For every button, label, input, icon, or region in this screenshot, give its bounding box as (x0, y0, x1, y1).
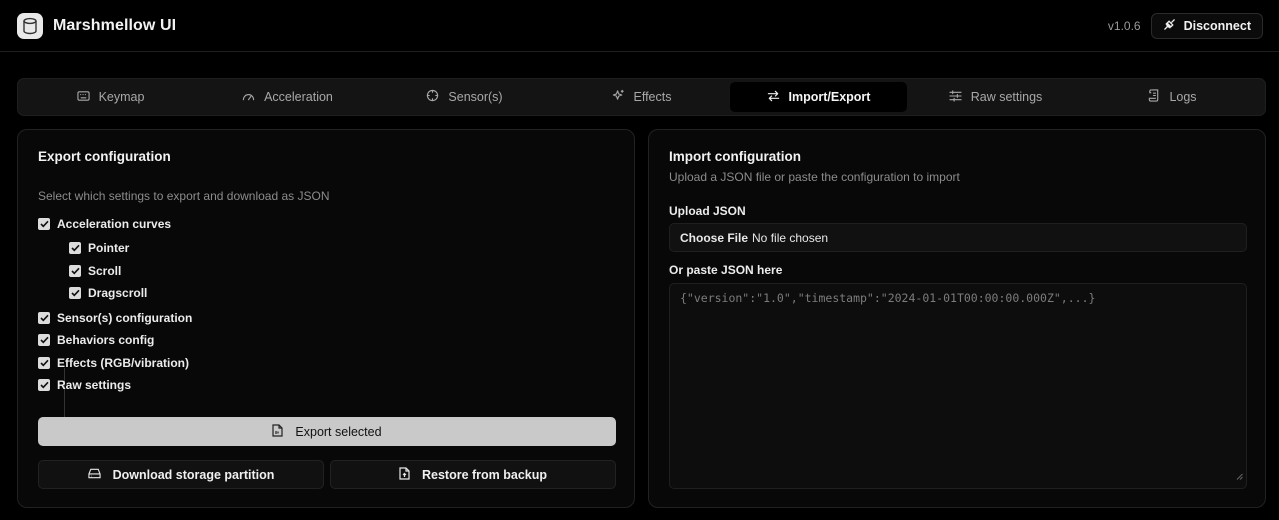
checkbox-checked-icon[interactable] (38, 379, 50, 391)
option-label: Effects (RGB/vibration) (57, 356, 190, 370)
tab-import-export[interactable]: Import/Export (730, 82, 907, 112)
brand: Marshmellow UI (17, 12, 177, 39)
tab-label: Sensor(s) (448, 90, 503, 104)
option-sensors-configuration[interactable]: Sensor(s) configuration (38, 311, 192, 325)
restore-from-backup-label: Restore from backup (421, 467, 548, 482)
tab-label: Import/Export (788, 90, 871, 104)
upload-json-label: Upload JSON (669, 204, 746, 218)
tab-label: Effects (633, 90, 672, 104)
option-label: Sensor(s) configuration (57, 311, 193, 325)
unplug-icon (1163, 18, 1176, 34)
gauge-icon (242, 90, 255, 105)
app-title: Marshmellow UI (53, 16, 177, 34)
sliders-icon (949, 89, 962, 105)
tab-bar: Keymap Acceleration Sensor(s) Effects Im… (17, 78, 1266, 116)
export-selected-label: Export selected (295, 424, 382, 439)
tab-keymap[interactable]: Keymap (22, 82, 199, 112)
checkbox-checked-icon[interactable] (38, 218, 50, 230)
version-label: v1.0.6 (1107, 18, 1141, 33)
export-description: Select which settings to export and down… (38, 189, 330, 203)
checkbox-checked-icon[interactable] (38, 334, 50, 346)
checkbox-checked-icon[interactable] (38, 312, 50, 324)
tab-acceleration[interactable]: Acceleration (199, 82, 376, 112)
disconnect-button[interactable]: Disconnect (1150, 12, 1263, 39)
no-file-chosen-text: No file chosen (752, 230, 829, 245)
checkbox-checked-icon[interactable] (69, 265, 81, 277)
option-label: Raw settings (57, 378, 132, 392)
export-card: Export configuration Select which settin… (17, 129, 635, 508)
paste-json-textarea[interactable] (669, 283, 1247, 489)
download-storage-partition-button[interactable]: Download storage partition (38, 460, 324, 489)
hard-drive-icon (87, 468, 101, 482)
option-pointer[interactable]: Pointer (69, 241, 129, 255)
option-effects[interactable]: Effects (RGB/vibration) (38, 356, 189, 370)
checkbox-checked-icon[interactable] (38, 357, 50, 369)
tab-sensors[interactable]: Sensor(s) (376, 82, 553, 112)
upload-json-file-input[interactable]: Choose File No file chosen (669, 223, 1247, 252)
option-label: Behaviors config (57, 333, 155, 347)
option-acceleration-curves[interactable]: Acceleration curves (38, 217, 171, 231)
tab-label: Keymap (98, 90, 145, 104)
keyboard-icon (76, 90, 90, 105)
option-label: Dragscroll (88, 286, 148, 300)
choose-file-button[interactable]: Choose File (680, 231, 748, 245)
option-label: Scroll (88, 264, 122, 278)
checkbox-checked-icon[interactable] (69, 287, 81, 299)
import-description: Upload a JSON file or paste the configur… (669, 170, 960, 184)
option-dragscroll[interactable]: Dragscroll (69, 286, 147, 300)
option-scroll[interactable]: Scroll (69, 264, 121, 278)
option-raw-settings[interactable]: Raw settings (38, 378, 131, 392)
option-label: Pointer (88, 241, 130, 255)
sparkles-icon (612, 89, 625, 105)
tab-logs[interactable]: Logs (1084, 82, 1261, 112)
disconnect-label: Disconnect (1183, 18, 1251, 33)
export-title: Export configuration (38, 149, 171, 164)
marshmallow-logo-icon (17, 12, 43, 39)
restore-from-backup-button[interactable]: Restore from backup (330, 460, 616, 489)
file-upload-icon (399, 466, 410, 483)
checkbox-checked-icon[interactable] (69, 242, 81, 254)
resize-handle-icon[interactable] (1236, 467, 1243, 485)
export-selected-button[interactable]: Export selected (38, 417, 616, 446)
tab-label: Acceleration (264, 90, 333, 104)
top-bar: Marshmellow UI v1.0.6 Disconnect (0, 0, 1279, 52)
tab-label: Logs (1169, 90, 1197, 104)
import-card: Import configuration Upload a JSON file … (648, 129, 1266, 508)
file-json-icon (272, 423, 284, 440)
download-storage-label: Download storage partition (112, 467, 275, 482)
tab-effects[interactable]: Effects (553, 82, 730, 112)
paste-json-label: Or paste JSON here (669, 263, 783, 277)
option-label: Acceleration curves (57, 217, 172, 231)
tab-raw-settings[interactable]: Raw settings (907, 82, 1084, 112)
import-title: Import configuration (669, 149, 801, 164)
scroll-icon (1148, 89, 1160, 105)
crosshair-icon (426, 89, 439, 105)
top-right: v1.0.6 Disconnect (1107, 12, 1263, 39)
arrows-swap-icon (767, 90, 780, 105)
option-behaviors-config[interactable]: Behaviors config (38, 333, 154, 347)
tab-label: Raw settings (970, 90, 1043, 104)
